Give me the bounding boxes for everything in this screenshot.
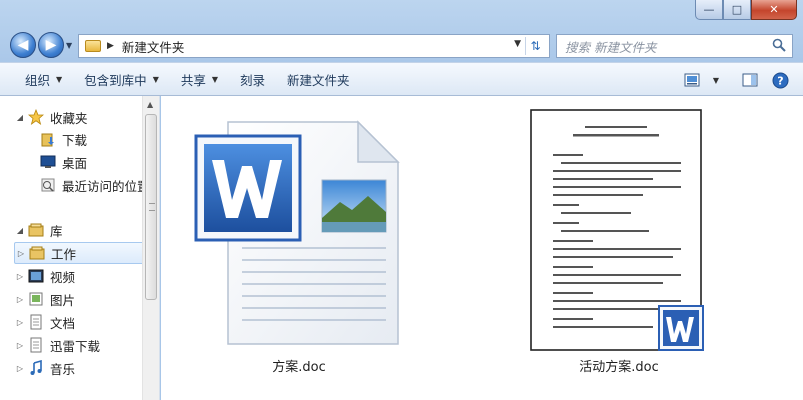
video-library-icon bbox=[28, 268, 44, 284]
search-icon[interactable] bbox=[772, 38, 786, 52]
burn-label: 刻录 bbox=[240, 72, 266, 88]
window-controls: — □ ✕ bbox=[695, 0, 797, 20]
address-bar[interactable]: ▶ 新建文件夹 ▼ ⇅ bbox=[78, 34, 550, 58]
expand-icon[interactable]: ▷ bbox=[14, 341, 26, 350]
desktop-icon bbox=[40, 154, 56, 170]
nav-item-label: 图片 bbox=[50, 292, 76, 308]
help-button[interactable]: ? bbox=[765, 67, 795, 93]
close-button[interactable]: ✕ bbox=[751, 0, 797, 20]
scroll-up-icon[interactable]: ▲ bbox=[147, 100, 153, 109]
nav-libraries-label: 库 bbox=[50, 223, 63, 239]
view-controls: ▼ ? bbox=[677, 63, 803, 97]
nav-item-label: 最近访问的位置 bbox=[62, 178, 150, 194]
file-name[interactable]: 方案.doc bbox=[199, 356, 399, 375]
expand-icon[interactable]: ▷ bbox=[15, 249, 27, 258]
scroll-thumb[interactable] bbox=[145, 114, 157, 300]
collapse-icon[interactable]: ◢ bbox=[14, 226, 26, 235]
organize-menu[interactable]: 组织 ▼ bbox=[14, 66, 73, 92]
burn-button[interactable]: 刻录 bbox=[229, 66, 276, 92]
new-folder-label: 新建文件夹 bbox=[287, 72, 350, 88]
title-bar: — □ ✕ bbox=[0, 0, 803, 28]
nav-favorites[interactable]: ◢ 收藏夹 bbox=[14, 106, 88, 128]
svg-text:?: ? bbox=[777, 74, 783, 87]
word-document-icon bbox=[194, 120, 400, 345]
expand-icon[interactable]: ▷ bbox=[14, 272, 26, 281]
expand-icon[interactable]: ▷ bbox=[14, 364, 26, 373]
library-folder-icon bbox=[29, 245, 45, 261]
new-folder-button[interactable]: 新建文件夹 bbox=[276, 66, 361, 92]
preview-pane-button[interactable] bbox=[735, 67, 765, 93]
recent-places-icon bbox=[40, 177, 56, 193]
share-menu[interactable]: 共享 ▼ bbox=[170, 66, 229, 92]
folder-icon bbox=[85, 40, 101, 52]
nav-libraries[interactable]: ◢ 库 bbox=[14, 219, 63, 241]
chevron-down-icon: ▼ bbox=[211, 74, 219, 84]
picture-library-icon bbox=[28, 291, 44, 307]
nav-item-work[interactable]: ▷ 工作 bbox=[14, 242, 158, 264]
nav-item-thunder-downloads[interactable]: ▷ 迅雷下载 bbox=[14, 334, 100, 356]
nav-favorites-label: 收藏夹 bbox=[50, 110, 88, 126]
document-library-icon bbox=[28, 314, 44, 330]
arrow-left-icon: ◀ bbox=[17, 37, 29, 53]
navigation-pane: ◢ 收藏夹 下载 桌面 最近访问的位置 ◢ 库 ▷ 工作 ▷ 视频 ▷ 图片 ▷… bbox=[0, 96, 160, 400]
recent-pages-dropdown[interactable]: ▼ bbox=[66, 41, 76, 51]
preview-pane-icon bbox=[742, 73, 758, 87]
maximize-button[interactable]: □ bbox=[723, 0, 751, 20]
view-icon bbox=[684, 73, 700, 87]
nav-item-label: 迅雷下载 bbox=[50, 338, 101, 354]
file-item[interactable]: 方案.doc bbox=[189, 118, 409, 375]
nav-item-recent-places[interactable]: 最近访问的位置 bbox=[26, 174, 150, 196]
organize-label: 组织 bbox=[25, 72, 51, 88]
nav-item-label: 下载 bbox=[62, 132, 88, 148]
address-dropdown-icon[interactable]: ▼ bbox=[514, 39, 521, 49]
file-item[interactable]: 活动方案.doc bbox=[525, 108, 715, 375]
share-label: 共享 bbox=[180, 72, 206, 88]
search-box[interactable]: 搜索 新建文件夹 bbox=[556, 34, 793, 58]
grip-icon bbox=[149, 203, 155, 211]
star-icon bbox=[28, 109, 44, 125]
chevron-down-icon: ▼ bbox=[56, 74, 63, 84]
address-row: ◀ ▶ ▼ ▶ 新建文件夹 ▼ ⇅ 搜索 新建文件夹 bbox=[0, 28, 803, 62]
nav-item-downloads[interactable]: 下载 bbox=[26, 128, 87, 150]
include-in-library-label: 包含到库中 bbox=[84, 72, 147, 88]
document-thumbnail-icon bbox=[530, 109, 704, 351]
nav-item-videos[interactable]: ▷ 视频 bbox=[14, 265, 75, 287]
nav-item-pictures[interactable]: ▷ 图片 bbox=[14, 288, 75, 310]
nav-item-documents[interactable]: ▷ 文档 bbox=[14, 311, 75, 333]
minimize-button[interactable]: — bbox=[695, 0, 723, 20]
document-library-icon bbox=[28, 337, 44, 353]
nav-item-label: 文档 bbox=[50, 315, 76, 331]
include-in-library-menu[interactable]: 包含到库中 ▼ bbox=[73, 66, 170, 92]
chevron-down-icon: ▼ bbox=[152, 74, 159, 84]
nav-item-music[interactable]: ▷ 音乐 bbox=[14, 357, 75, 379]
search-input[interactable]: 搜索 新建文件夹 bbox=[565, 37, 656, 56]
nav-scrollbar[interactable]: ▲ bbox=[142, 96, 159, 400]
nav-item-desktop[interactable]: 桌面 bbox=[26, 151, 87, 173]
downloads-folder-icon bbox=[40, 131, 56, 147]
file-name[interactable]: 活动方案.doc bbox=[519, 356, 719, 375]
breadcrumb-separator-icon[interactable]: ▶ bbox=[107, 41, 114, 51]
nav-item-label: 音乐 bbox=[50, 361, 76, 377]
library-icon bbox=[28, 222, 44, 238]
view-options-dropdown[interactable]: ▼ bbox=[707, 67, 725, 93]
collapse-icon[interactable]: ◢ bbox=[14, 113, 26, 122]
arrow-right-icon: ▶ bbox=[45, 37, 57, 53]
file-list-area: 方案.doc 活动方案.doc bbox=[161, 96, 803, 400]
nav-item-label: 桌面 bbox=[62, 155, 88, 171]
music-library-icon bbox=[28, 360, 44, 376]
expand-icon[interactable]: ▷ bbox=[14, 295, 26, 304]
expand-icon[interactable]: ▷ bbox=[14, 318, 26, 327]
nav-item-label: 工作 bbox=[51, 246, 77, 262]
command-bar: 组织 ▼ 包含到库中 ▼ 共享 ▼ 刻录 新建文件夹 ▼ ? bbox=[0, 62, 803, 96]
forward-button[interactable]: ▶ bbox=[38, 32, 64, 58]
nav-item-label: 视频 bbox=[50, 269, 76, 285]
back-button[interactable]: ◀ bbox=[10, 32, 36, 58]
refresh-icon[interactable]: ⇅ bbox=[525, 37, 545, 55]
change-view-button[interactable] bbox=[677, 67, 707, 93]
explorer-window: — □ ✕ ◀ ▶ ▼ ▶ 新建文件夹 ▼ ⇅ 搜索 新建文件夹 组织 ▼ 包含… bbox=[0, 0, 803, 400]
breadcrumb-current[interactable]: 新建文件夹 bbox=[122, 37, 185, 56]
help-icon: ? bbox=[772, 72, 788, 88]
